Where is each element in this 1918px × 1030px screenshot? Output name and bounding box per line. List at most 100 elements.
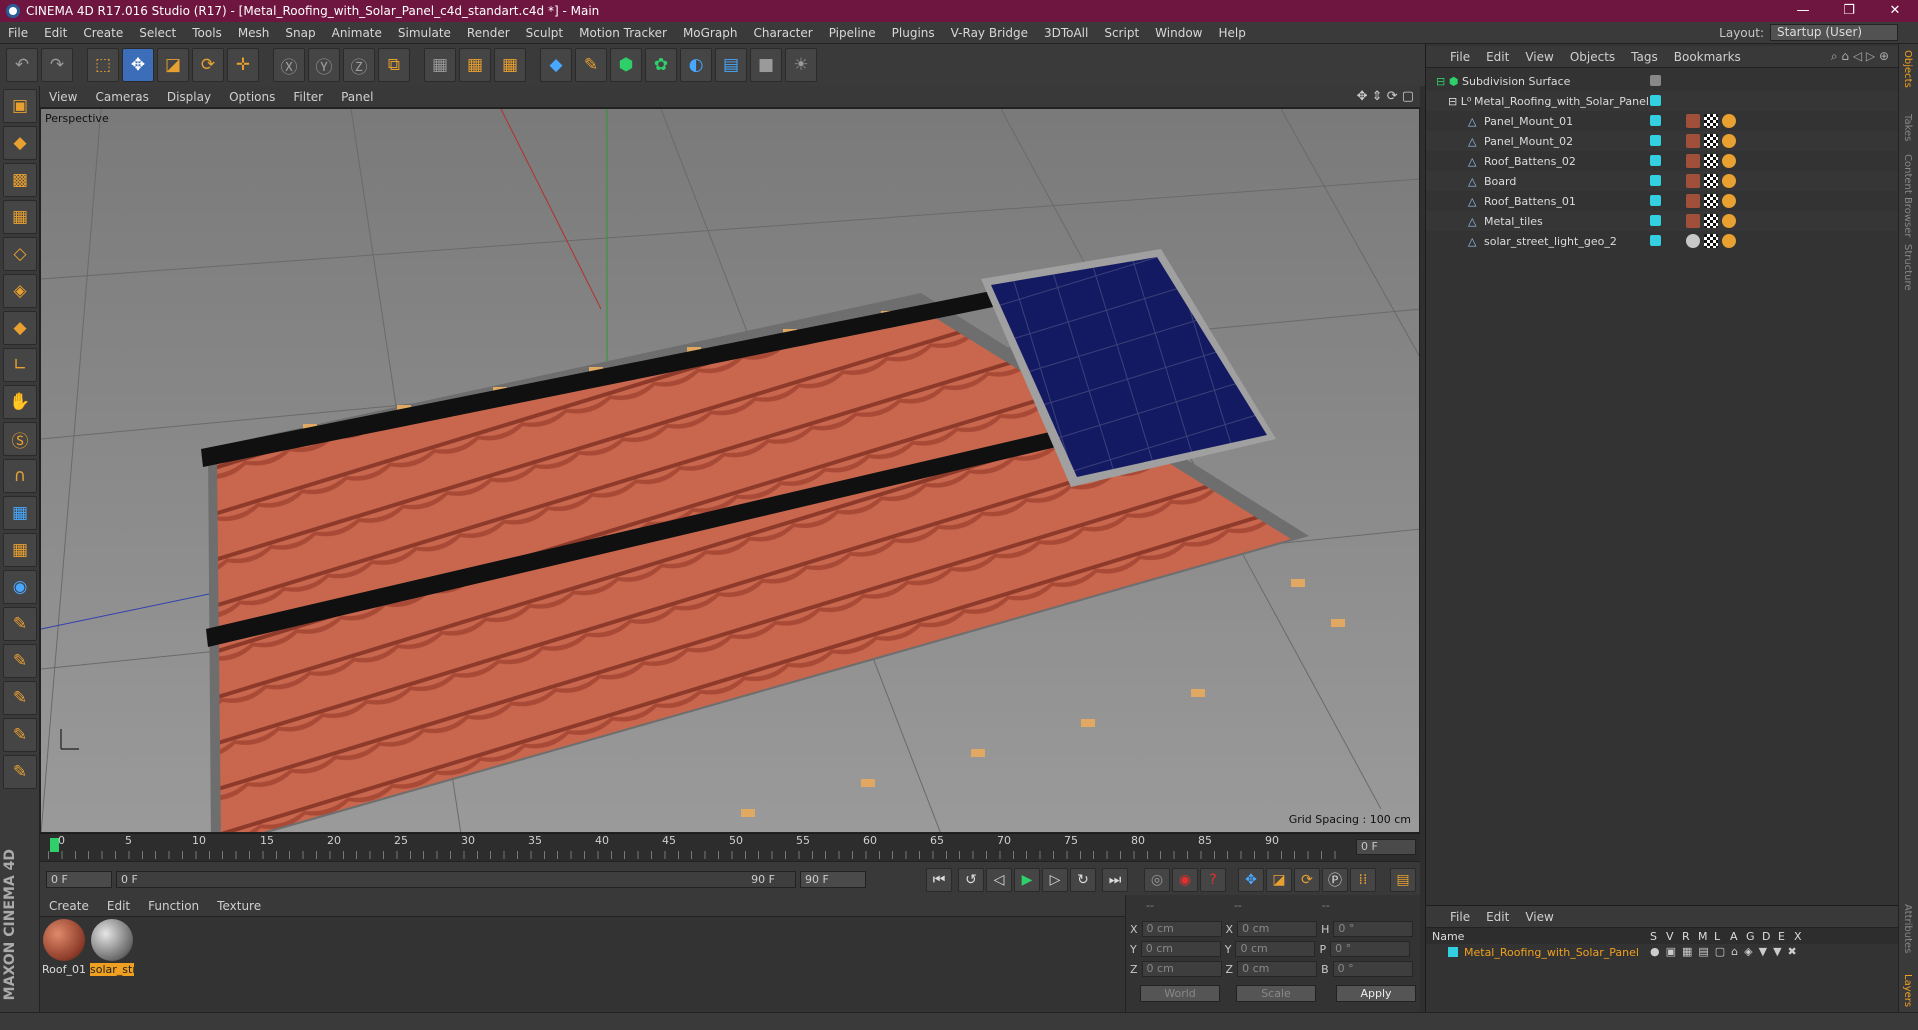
layer-color-swatch[interactable] — [1650, 135, 1661, 146]
move-tool-icon[interactable]: ✥ — [122, 48, 154, 82]
live-selection-icon[interactable]: ⬚ — [87, 48, 119, 82]
menu-pipeline[interactable]: Pipeline — [821, 26, 884, 40]
render-to-picture-viewer-icon[interactable]: ▦ — [459, 48, 491, 82]
layer-menu-edit[interactable]: Edit — [1478, 910, 1517, 924]
menu-motion-tracker[interactable]: Motion Tracker — [571, 26, 675, 40]
end-frame-field[interactable]: 90 F — [800, 871, 866, 888]
model-mode-icon[interactable]: ◆ — [3, 126, 37, 160]
render-view-icon[interactable]: ▦ — [424, 48, 456, 82]
object-row[interactable]: △ Metal_tiles — [1426, 211, 1899, 231]
lock-workplane-icon[interactable]: ▦ — [3, 496, 37, 530]
close-button[interactable]: ✕ — [1872, 0, 1918, 22]
minimize-button[interactable]: — — [1780, 0, 1826, 22]
coord-mode-select[interactable]: World — [1140, 985, 1220, 1002]
scale-tool-icon[interactable]: ◪ — [157, 48, 189, 82]
rot-p-field[interactable]: 0 ° — [1330, 941, 1411, 957]
x-axis-icon[interactable]: Ⓧ — [273, 48, 305, 82]
key-scale-icon[interactable]: ◪ — [1266, 868, 1292, 892]
key-parameter-icon[interactable]: Ⓟ — [1322, 868, 1348, 892]
current-frame-field[interactable]: 0 F — [1356, 839, 1416, 855]
points-mode-icon[interactable]: ◇ — [3, 237, 37, 271]
tweak-mode-icon[interactable]: ✋ — [3, 385, 37, 419]
maximize-button[interactable]: ❐ — [1826, 0, 1872, 22]
apply-button[interactable]: Apply — [1336, 985, 1416, 1002]
obj-menu-view[interactable]: View — [1517, 50, 1561, 64]
pos-z-field[interactable]: 0 cm — [1141, 961, 1222, 977]
viewport-menu-view[interactable]: View — [40, 90, 86, 104]
size-y-field[interactable]: 0 cm — [1235, 941, 1316, 957]
timeline-window-icon[interactable]: ▤ — [1390, 868, 1416, 892]
obj-menu-objects[interactable]: Objects — [1562, 50, 1623, 64]
undo-icon[interactable]: ↶ — [6, 48, 38, 82]
menu-character[interactable]: Character — [745, 26, 820, 40]
record-position-icon[interactable]: ◎ — [1144, 868, 1170, 892]
side-tab-attributes[interactable]: Attributes — [1902, 904, 1913, 953]
menu-mograph[interactable]: MoGraph — [675, 26, 746, 40]
redo-icon[interactable]: ↷ — [41, 48, 73, 82]
menu-window[interactable]: Window — [1147, 26, 1210, 40]
prev-frame-icon[interactable]: ◁ — [986, 868, 1012, 892]
menu-script[interactable]: Script — [1096, 26, 1147, 40]
menu-create[interactable]: Create — [75, 26, 131, 40]
layer-color-swatch[interactable] — [1650, 95, 1661, 106]
object-row[interactable]: △ Board — [1426, 171, 1899, 191]
viewport-menu-cameras[interactable]: Cameras — [86, 90, 157, 104]
record-icon[interactable]: ◉ — [1172, 868, 1198, 892]
paint-icon[interactable]: ✎ — [3, 607, 37, 641]
y-axis-icon[interactable]: Ⓨ — [308, 48, 340, 82]
sculpt-inflate-icon[interactable]: ✎ — [3, 718, 37, 752]
menu-simulate[interactable]: Simulate — [390, 26, 459, 40]
texture-mode-icon[interactable]: ▩ — [3, 163, 37, 197]
material-menu-create[interactable]: Create — [40, 899, 98, 913]
coord-scale-select[interactable]: Scale — [1236, 985, 1316, 1002]
goto-end-icon[interactable]: ⏭ — [1102, 868, 1128, 892]
side-tab-content-browser[interactable]: Content Browser — [1902, 154, 1913, 237]
menu-select[interactable]: Select — [131, 26, 184, 40]
rot-h-field[interactable]: 0 ° — [1333, 921, 1414, 937]
material-menu-edit[interactable]: Edit — [98, 899, 139, 913]
autokey-icon[interactable]: ? — [1200, 868, 1226, 892]
material-menu-texture[interactable]: Texture — [208, 899, 270, 913]
visibility-toggle[interactable] — [1650, 75, 1661, 86]
menu-sculpt[interactable]: Sculpt — [518, 26, 571, 40]
layer-color-swatch[interactable] — [1650, 115, 1661, 126]
obj-menu-file[interactable]: File — [1426, 50, 1478, 64]
rot-b-field[interactable]: 0 ° — [1332, 961, 1413, 977]
viewport-menu-options[interactable]: Options — [220, 90, 284, 104]
render-settings-icon[interactable]: ▦ — [494, 48, 526, 82]
floor-icon[interactable]: ▤ — [715, 48, 747, 82]
magnet-icon[interactable]: ∩ — [3, 459, 37, 493]
object-row[interactable]: △ Panel_Mount_02 — [1426, 131, 1899, 151]
obj-menu-bookmarks[interactable]: Bookmarks — [1666, 50, 1749, 64]
viewport-menu-display[interactable]: Display — [158, 90, 220, 104]
menu-tools[interactable]: Tools — [184, 26, 230, 40]
viewport-menu-panel[interactable]: Panel — [332, 90, 382, 104]
viewport-nav-icons[interactable]: ✥ ⇕ ⟳ ▢ — [1357, 89, 1414, 104]
goto-start-icon[interactable]: ⏮ — [926, 868, 952, 892]
menu-mesh[interactable]: Mesh — [230, 26, 278, 40]
key-rotation-icon[interactable]: ⟳ — [1294, 868, 1320, 892]
material-roof[interactable]: Roof_01 — [42, 919, 86, 976]
menu-file[interactable]: File — [0, 26, 36, 40]
layer-toggle-icons[interactable]: ●▣▦▤▢⌂◈▼▼✖ — [1650, 945, 1803, 958]
menu-plugins[interactable]: Plugins — [884, 26, 943, 40]
layer-color-swatch[interactable] — [1650, 215, 1661, 226]
layer-menu-view[interactable]: View — [1517, 910, 1561, 924]
side-tab-objects[interactable]: Objects — [1902, 50, 1913, 88]
play-icon[interactable]: ▶ — [1014, 868, 1040, 892]
menu-3dtoall[interactable]: 3DToAll — [1036, 26, 1096, 40]
coordinate-system-icon[interactable]: ⧉ — [378, 48, 410, 82]
layer-color-swatch[interactable] — [1650, 175, 1661, 186]
key-position-icon[interactable]: ✥ — [1238, 868, 1264, 892]
obj-menu-edit[interactable]: Edit — [1478, 50, 1517, 64]
layer-menu-file[interactable]: File — [1426, 910, 1478, 924]
make-editable-icon[interactable]: ▣ — [3, 89, 37, 123]
prev-key-icon[interactable]: ↺ — [958, 868, 984, 892]
menu-render[interactable]: Render — [459, 26, 518, 40]
menu-edit[interactable]: Edit — [36, 26, 75, 40]
axis-mode-icon[interactable]: ∟ — [3, 348, 37, 382]
layer-color-swatch[interactable] — [1650, 155, 1661, 166]
side-tab-takes[interactable]: Takes — [1902, 114, 1913, 141]
side-tab-layers[interactable]: Layers — [1902, 974, 1913, 1007]
sculpt-flatten-icon[interactable]: ✎ — [3, 755, 37, 789]
